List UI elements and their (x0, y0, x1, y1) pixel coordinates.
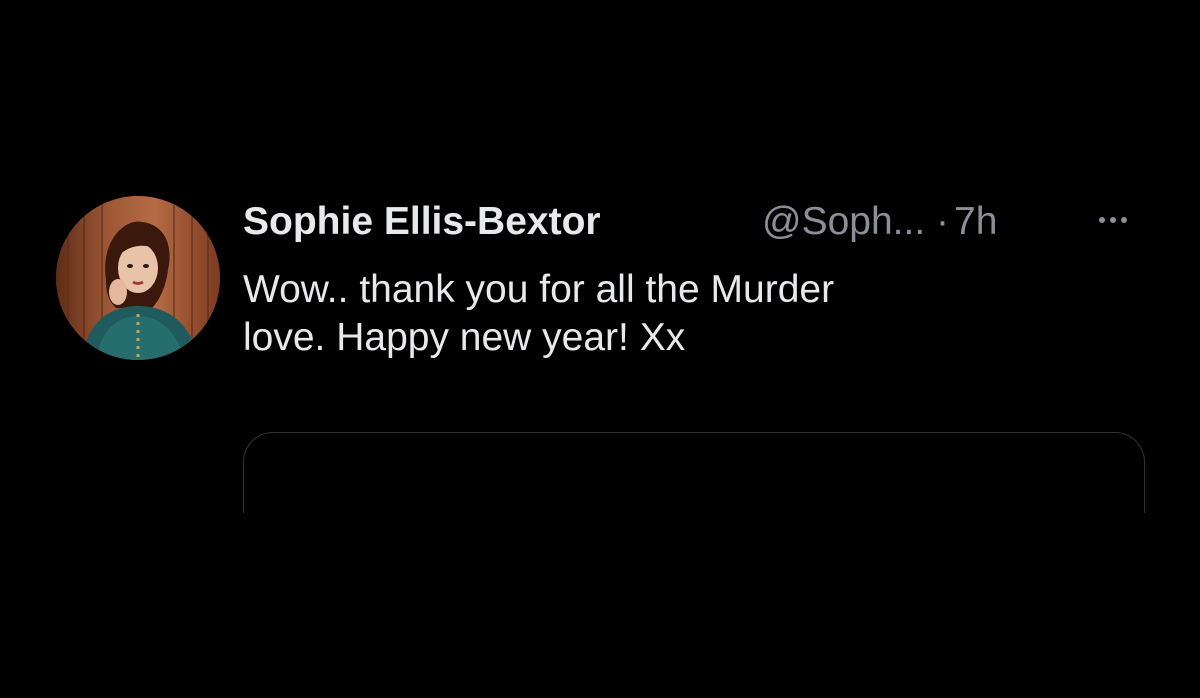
more-dot (1110, 217, 1116, 223)
tweet-header: Sophie Ellis-Bextor @Soph... · 7h (243, 196, 1153, 252)
tweet[interactable]: Sophie Ellis-Bextor @Soph... · 7h Wow.. … (56, 196, 1156, 513)
tweet-body: Sophie Ellis-Bextor @Soph... · 7h Wow.. … (243, 196, 1153, 513)
display-name[interactable]: Sophie Ellis-Bextor (243, 200, 601, 244)
user-handle[interactable]: @Soph... (762, 200, 925, 244)
separator-dot: · (936, 200, 949, 243)
timestamp[interactable]: 7h (954, 200, 997, 244)
avatar[interactable] (56, 196, 220, 360)
tweet-text: Wow.. thank you for all the Murder love.… (243, 268, 835, 359)
embedded-card[interactable] (243, 432, 1145, 513)
more-dot (1121, 217, 1127, 223)
more-horizontal-icon[interactable] (1093, 202, 1133, 238)
more-dot (1099, 217, 1105, 223)
profile-photo-icon (56, 196, 220, 360)
